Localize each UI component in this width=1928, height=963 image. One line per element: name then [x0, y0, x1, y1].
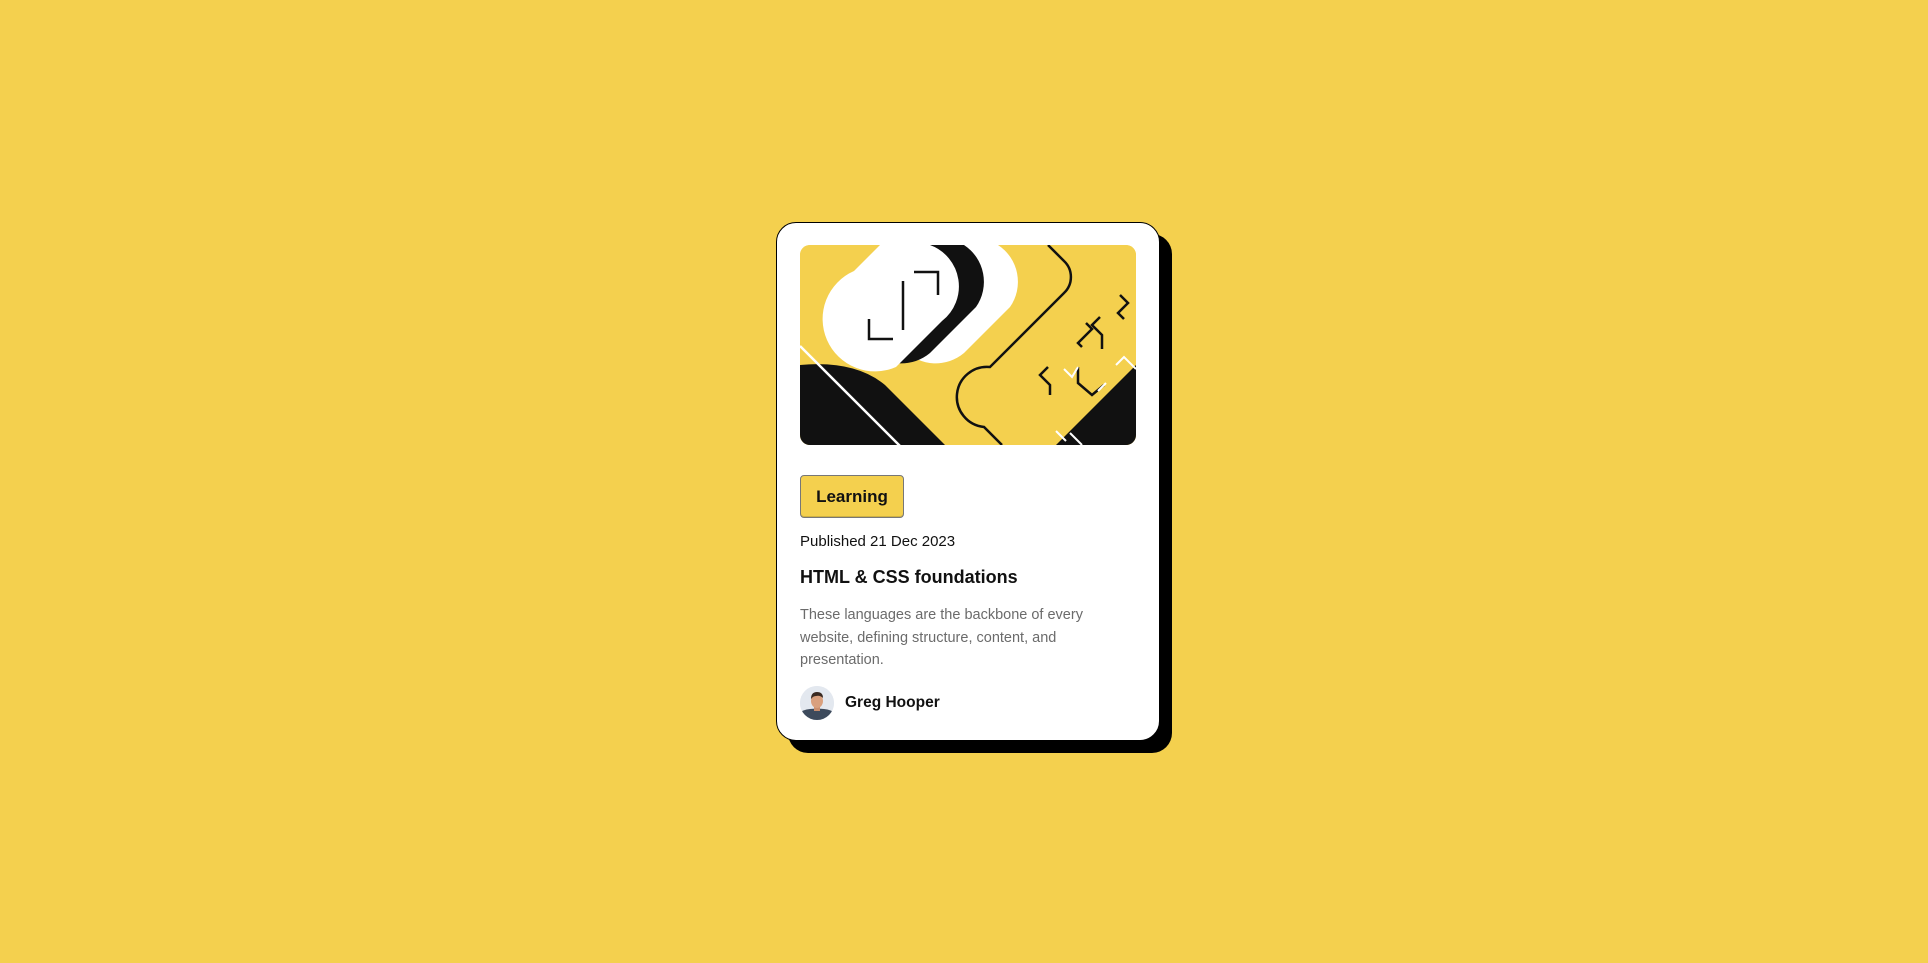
- published-date: Published 21 Dec 2023: [800, 533, 956, 550]
- card-excerpt: These languages are the backbone of ever…: [800, 607, 1083, 668]
- blog-preview-card: Learning Published 21 Dec 2023 HTML & CS…: [776, 222, 1160, 741]
- abstract-illustration-icon: [800, 245, 1136, 445]
- author-name[interactable]: Greg Hooper: [845, 694, 940, 712]
- card-title[interactable]: HTML & CSS foundations: [800, 567, 1018, 588]
- author-info[interactable]: Greg Hooper: [800, 686, 940, 720]
- category-tag[interactable]: Learning: [800, 475, 904, 518]
- avatar-icon: [800, 686, 834, 720]
- card-illustration: [800, 245, 1136, 445]
